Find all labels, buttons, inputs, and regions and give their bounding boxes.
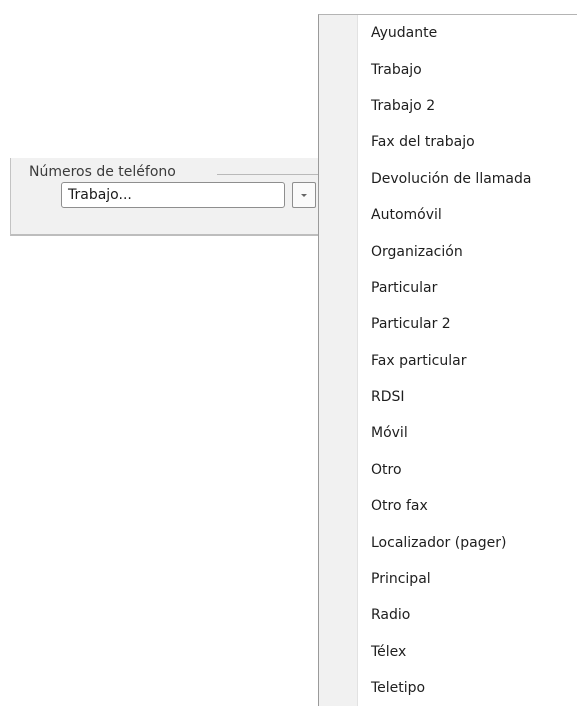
menu-item[interactable]: Automóvil — [319, 197, 577, 233]
menu-item[interactable]: Particular — [319, 270, 577, 306]
menu-item[interactable]: Devolución de llamada — [319, 161, 577, 197]
phone-type-dropdown-button[interactable] — [292, 182, 316, 208]
menu-item[interactable]: Otro — [319, 452, 577, 488]
menu-item[interactable]: Radio — [319, 597, 577, 633]
chevron-down-icon — [301, 194, 307, 197]
menu-item[interactable]: Fax particular — [319, 343, 577, 379]
screen: Números de teléfono Trabajo... Ayudante T… — [0, 0, 577, 706]
menu-item[interactable]: Localizador (pager) — [319, 524, 577, 560]
phone-type-dropdown-menu: Ayudante Trabajo Trabajo 2 Fax del trabajo D… — [318, 14, 577, 706]
menu-item[interactable]: Particular 2 — [319, 306, 577, 342]
menu-list: Ayudante Trabajo Trabajo 2 Fax del trabajo D… — [319, 15, 577, 706]
menu-item[interactable]: Télex — [319, 634, 577, 670]
menu-item[interactable]: Móvil — [319, 415, 577, 451]
group-title: Números de teléfono — [29, 164, 182, 180]
menu-item[interactable]: Otro fax — [319, 488, 577, 524]
menu-item[interactable]: Trabajo — [319, 51, 577, 87]
phone-numbers-group: Números de teléfono Trabajo... — [10, 158, 331, 236]
group-divider — [217, 174, 327, 175]
menu-item[interactable]: Fax del trabajo — [319, 124, 577, 160]
menu-item[interactable]: Trabajo 2 — [319, 88, 577, 124]
phone-type-combobox[interactable]: Trabajo... — [61, 182, 285, 208]
menu-item[interactable]: Ayudante — [319, 15, 577, 51]
menu-item[interactable]: RDSI — [319, 379, 577, 415]
menu-item[interactable]: Principal — [319, 561, 577, 597]
menu-item[interactable]: Teletipo — [319, 670, 577, 706]
menu-item[interactable]: Organización — [319, 233, 577, 269]
